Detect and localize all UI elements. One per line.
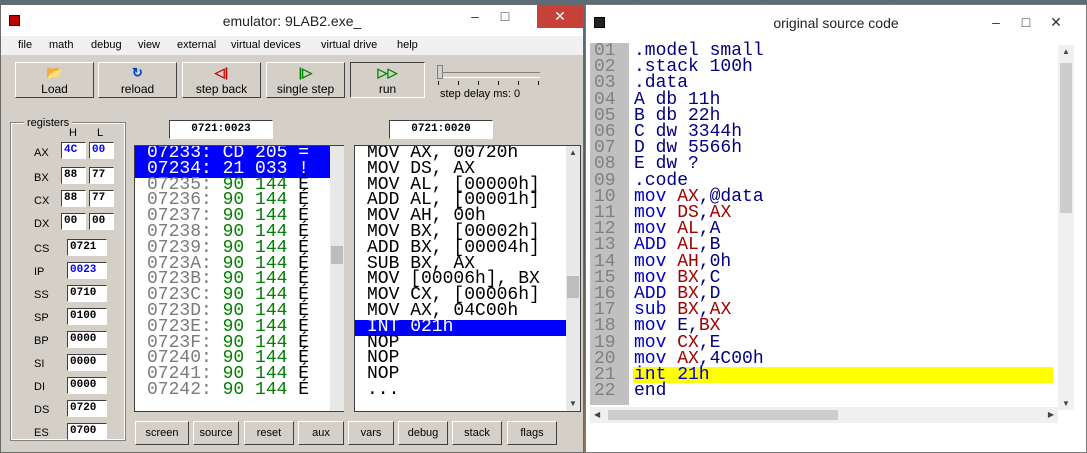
reg-es-field[interactable]: 0700 <box>67 423 107 440</box>
reg-ah-field[interactable]: 4C <box>61 142 86 159</box>
reg-dh-field[interactable]: 00 <box>61 213 86 230</box>
scroll-down-icon[interactable]: ▼ <box>566 397 580 411</box>
reg-ip-label: IP <box>34 266 45 278</box>
reg-ds-label: DS <box>34 404 50 416</box>
memory-hex: 90 <box>222 379 245 400</box>
registers-legend: registers <box>24 117 73 129</box>
reg-ch-field[interactable]: 88 <box>61 190 86 207</box>
reg-di-label: DI <box>34 381 45 393</box>
source-vscroll-thumb[interactable] <box>1060 63 1072 213</box>
reg-sp-label: SP <box>34 312 49 324</box>
source-hscroll-thumb[interactable] <box>608 410 838 420</box>
menu-virtual-devices[interactable]: virtual devices <box>231 39 301 51</box>
close-button[interactable]: ✕ <box>1042 11 1070 34</box>
menu-virtual-drive[interactable]: virtual drive <box>321 39 377 51</box>
disasm-address-field[interactable]: 0721:0020 <box>389 120 493 139</box>
reg-sp-field[interactable]: 0100 <box>67 308 107 325</box>
menu-view[interactable]: view <box>138 39 160 51</box>
source-editor[interactable]: 01 .model small 02 .stack 100h 03 .data 04 A db… <box>590 42 1058 405</box>
reg-ds-field[interactable]: 0720 <box>67 400 107 417</box>
source-code-text: end <box>634 381 667 402</box>
line-number: 13 <box>594 235 616 256</box>
source-line[interactable]: 22 end <box>590 381 1058 402</box>
minimize-button[interactable]: – <box>982 11 1010 34</box>
slider-ticks <box>438 81 542 85</box>
reg-es-label: ES <box>34 427 49 439</box>
disasm-scroll-thumb[interactable] <box>567 276 579 298</box>
slider-track <box>438 72 540 78</box>
scroll-down-icon[interactable]: ▼ <box>1062 399 1070 408</box>
slider-thumb[interactable] <box>437 65 443 79</box>
source-title: original source code <box>773 15 899 31</box>
memory-list[interactable]: 07233: CD 205 = 07234: 21 033 ! 07235: 90 … <box>134 145 344 412</box>
memory-char: É <box>298 379 310 400</box>
reg-cl-field[interactable]: 77 <box>89 190 114 207</box>
code-token: end <box>634 381 667 402</box>
memory-address: 07242: <box>147 379 212 400</box>
source-titlebar[interactable]: original source code – □ ✕ <box>586 5 1086 41</box>
flags-button[interactable]: flags <box>507 421 557 445</box>
stack-button[interactable]: stack <box>452 421 502 445</box>
disasm-scrollbar[interactable]: ▲ ▼ <box>566 146 580 411</box>
disassembly-list[interactable]: MOV AX, 00720h MOV DS, AX MOV AL, [00000h]… <box>354 145 581 412</box>
col-l-label: L <box>97 127 104 139</box>
scroll-up-icon[interactable]: ▲ <box>566 146 580 160</box>
reg-di-field[interactable]: 0000 <box>67 377 107 394</box>
reg-ip-field[interactable]: 0023 <box>67 262 107 279</box>
source-window: original source code – □ ✕ 01 .model smal… <box>585 4 1087 453</box>
reg-bx-label: BX <box>34 172 49 184</box>
reg-dl-field[interactable]: 00 <box>89 213 114 230</box>
reg-cs-label: CS <box>34 243 50 255</box>
memory-scrollbar[interactable] <box>330 146 344 411</box>
maximize-button[interactable]: □ <box>1012 11 1040 34</box>
line-number: 03 <box>594 73 616 94</box>
minimize-button[interactable]: – <box>461 5 489 28</box>
reg-ss-field[interactable]: 0710 <box>67 285 107 302</box>
memory-address-field[interactable]: 0721:0023 <box>169 120 273 139</box>
line-number: 22 <box>594 381 616 402</box>
reg-cx-label: CX <box>34 195 50 207</box>
vars-button[interactable]: vars <box>348 421 394 445</box>
reset-button[interactable]: reset <box>244 421 294 445</box>
memory-scroll-thumb[interactable] <box>331 246 343 264</box>
reg-bl-field[interactable]: 77 <box>89 167 114 184</box>
reg-bp-label: BP <box>34 335 49 347</box>
source-button[interactable]: source <box>193 421 239 445</box>
menu-external[interactable]: external <box>177 39 216 51</box>
step-delay-label: step delay ms: 0 <box>440 88 521 100</box>
reg-si-label: SI <box>34 358 45 370</box>
reg-cs-field[interactable]: 0721 <box>67 239 107 256</box>
menu-file[interactable]: file <box>18 39 32 51</box>
reg-si-field[interactable]: 0000 <box>67 354 107 371</box>
reg-al-field[interactable]: 00 <box>89 142 114 159</box>
close-button[interactable]: ✕ <box>537 5 583 28</box>
maximize-button[interactable]: □ <box>491 5 519 28</box>
reg-ss-label: SS <box>34 289 49 301</box>
memory-row[interactable]: 07242: 90 144 É <box>135 379 343 400</box>
reg-bp-field[interactable]: 0000 <box>67 331 107 348</box>
line-number: 18 <box>594 316 616 337</box>
reg-dx-label: DX <box>34 218 50 230</box>
debug-button[interactable]: debug <box>398 421 448 445</box>
col-h-label: H <box>69 127 77 139</box>
screen-button[interactable]: screen <box>135 421 189 445</box>
menu-bar: file math debug view external virtual de… <box>1 36 583 55</box>
scroll-right-icon[interactable]: ▶ <box>1048 410 1054 419</box>
reg-bh-field[interactable]: 88 <box>61 167 86 184</box>
source-vertical-scrollbar[interactable]: ▲ ▼ <box>1058 45 1074 410</box>
line-number: 08 <box>594 154 616 175</box>
source-horizontal-scrollbar[interactable]: ◀ ▶ <box>590 407 1058 423</box>
emulator-window: emulator: 9LAB2.exe_ – □ ✕ file math deb… <box>0 4 584 453</box>
menu-debug[interactable]: debug <box>91 39 122 51</box>
scroll-left-icon[interactable]: ◀ <box>594 410 600 419</box>
aux-button[interactable]: aux <box>298 421 344 445</box>
scroll-up-icon[interactable]: ▲ <box>1062 47 1070 56</box>
menu-help[interactable]: help <box>397 39 418 51</box>
disasm-row[interactable]: ... <box>355 381 580 399</box>
emulator-titlebar[interactable]: emulator: 9LAB2.exe_ – □ ✕ <box>1 5 583 36</box>
menu-math[interactable]: math <box>49 39 73 51</box>
reg-ax-label: AX <box>34 147 49 159</box>
memory-decimal: 144 <box>255 379 288 400</box>
